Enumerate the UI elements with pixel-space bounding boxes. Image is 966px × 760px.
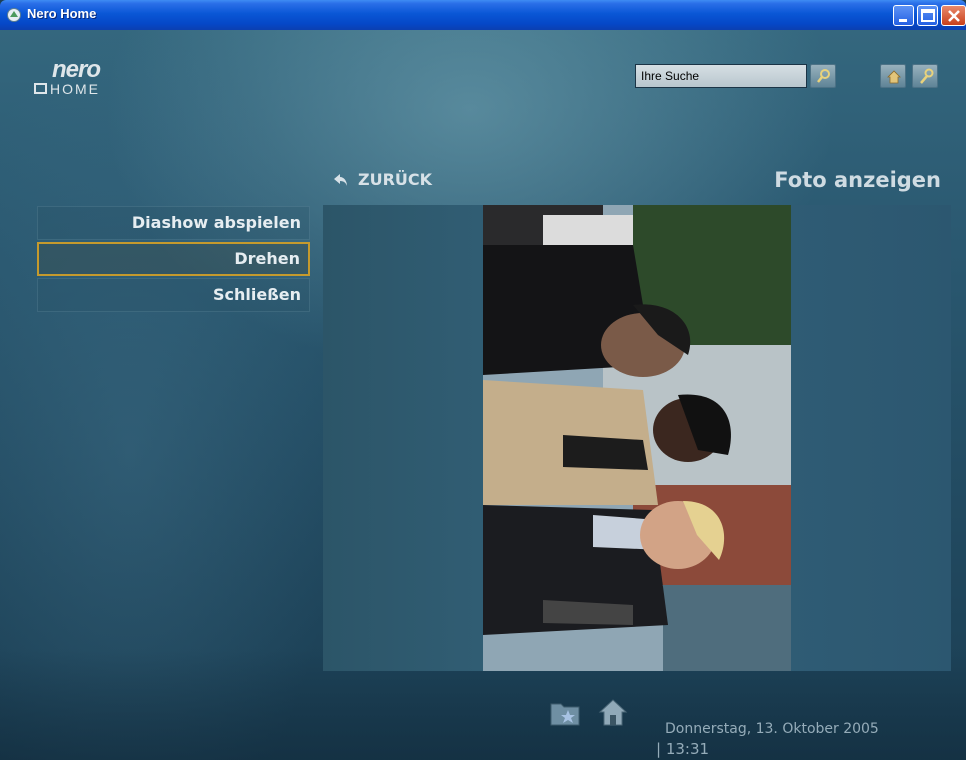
close-button[interactable] [941,5,966,26]
search-input[interactable] [635,64,807,88]
maximize-button[interactable] [917,5,938,26]
favorites-folder-icon[interactable] [549,698,581,728]
window-title: Nero Home [27,6,97,21]
photo-image[interactable] [483,205,791,671]
back-arrow-icon [334,173,347,186]
home-button[interactable] [880,64,906,88]
maximize-icon [921,9,935,22]
menu-item-close[interactable]: Schließen [37,278,310,312]
photo-viewer [323,205,951,671]
logo-brand: nero [52,56,101,83]
logo-product: HOME [50,81,100,97]
status-time: | 13:31 [656,740,710,758]
app-window: Nero Home nero HOME Ihre Suche ZURÜCK Fo… [0,0,966,760]
minimize-button[interactable] [893,5,914,26]
search-button[interactable] [810,64,836,88]
settings-button[interactable] [912,64,938,88]
nero-home-logo: nero HOME [30,56,140,106]
menu-item-rotate[interactable]: Drehen [37,242,310,276]
nero-app-icon [7,8,21,22]
home-icon [887,70,901,84]
settings-icon [920,68,934,84]
back-label: ZURÜCK [358,170,433,189]
close-icon [948,10,960,22]
search-icon [817,69,830,83]
minimize-icon [899,19,907,22]
menu-item-slideshow[interactable]: Diashow abspielen [37,206,310,240]
page-title: Foto anzeigen [774,168,941,192]
home-big-icon[interactable] [597,696,629,728]
action-menu: Diashow abspielen Drehen Schließen [37,206,310,314]
main-content: nero HOME ZURÜCK [0,30,966,760]
status-date: Donnerstag, 13. Oktober 2005 [665,721,879,737]
logo-screen-icon [34,83,47,94]
title-bar[interactable]: Nero Home [0,0,966,30]
back-button[interactable]: ZURÜCK [332,170,432,189]
